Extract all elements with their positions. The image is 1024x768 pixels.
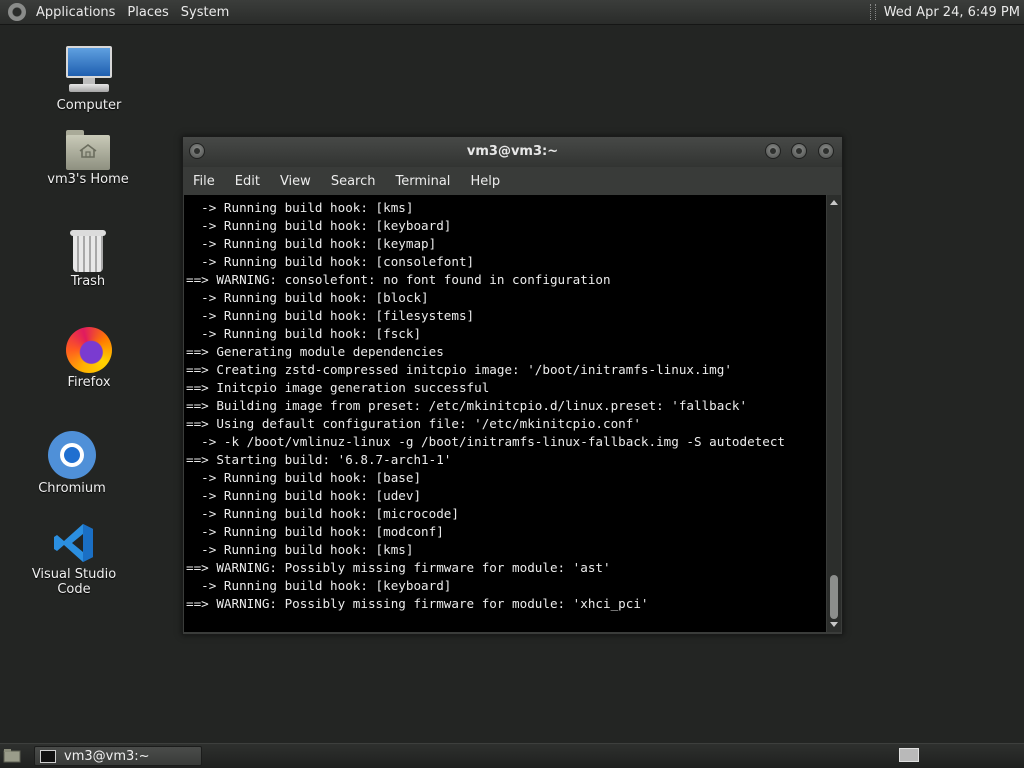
workspace-switcher[interactable]	[899, 748, 919, 762]
terminal-line: -> Running build hook: [modconf]	[186, 524, 444, 539]
terminal-icon	[40, 749, 56, 763]
terminal-line: -> -k /boot/vmlinuz-linux -g /boot/initr…	[186, 434, 785, 449]
minimize-button[interactable]	[765, 143, 781, 159]
terminal-line: -> Running build hook: [fsck]	[186, 326, 422, 341]
desktop-icon-vscode[interactable]: Visual Studio Code	[14, 521, 134, 597]
terminal-line: -> Running build hook: [consolefont]	[186, 254, 475, 269]
clock[interactable]: Wed Apr 24, 6:49 PM	[884, 5, 1024, 20]
applications-menu[interactable]: Applications	[30, 5, 121, 20]
terminal-line: ==> Starting build: '6.8.7-arch1-1'	[186, 452, 452, 467]
terminal-line: -> Running build hook: [udev]	[186, 488, 422, 503]
chromium-icon	[48, 431, 96, 479]
firefox-icon	[66, 327, 112, 373]
menu-help[interactable]: Help	[460, 174, 510, 189]
menu-terminal[interactable]: Terminal	[385, 174, 460, 189]
distro-logo-icon[interactable]	[8, 3, 26, 21]
menu-file[interactable]: File	[183, 174, 225, 189]
show-desktop-icon[interactable]	[3, 748, 21, 763]
terminal-line: ==> WARNING: Possibly missing firmware f…	[186, 596, 649, 611]
window-title: vm3@vm3:~	[466, 144, 559, 159]
terminal-line: -> Running build hook: [base]	[186, 470, 422, 485]
places-menu[interactable]: Places	[121, 5, 174, 20]
menu-view[interactable]: View	[270, 174, 321, 189]
menu-search[interactable]: Search	[321, 174, 386, 189]
terminal-line: -> Running build hook: [microcode]	[186, 506, 459, 521]
top-panel: Applications Places System Wed Apr 24, 6…	[0, 0, 1024, 25]
terminal-line: -> Running build hook: [filesystems]	[186, 308, 475, 323]
terminal-line: ==> WARNING: consolefont: no font found …	[186, 272, 611, 287]
desktop-icon-label: Visual Studio Code	[31, 567, 117, 597]
terminal-line: -> Running build hook: [block]	[186, 290, 429, 305]
scroll-up-arrow-icon[interactable]	[830, 200, 838, 205]
home-folder-icon	[66, 130, 110, 170]
terminal-window[interactable]: vm3@vm3:~ File Edit View Search Terminal…	[182, 136, 843, 635]
panel-handle	[869, 4, 876, 20]
scrollbar-thumb[interactable]	[830, 575, 838, 619]
close-button[interactable]	[818, 143, 834, 159]
trash-icon	[70, 230, 106, 272]
terminal-line: ==> WARNING: Possibly missing firmware f…	[186, 560, 611, 575]
taskbar-window-button[interactable]: vm3@vm3:~	[34, 746, 202, 766]
desktop-icon-label: Trash	[70, 274, 106, 289]
terminal-line: -> Running build hook: [kms]	[186, 200, 414, 215]
terminal-line: ==> Initcpio image generation successful	[186, 380, 490, 395]
terminal-line: -> Running build hook: [keymap]	[186, 236, 437, 251]
desktop-icon-firefox[interactable]: Firefox	[29, 327, 149, 390]
desktop-icon-trash[interactable]: Trash	[28, 230, 148, 289]
terminal-line: ==> Using default configuration file: '/…	[186, 416, 641, 431]
desktop-icon-home[interactable]: vm3's Home	[28, 130, 148, 187]
desktop-icon-label: vm3's Home	[47, 172, 129, 187]
terminal-line: -> Running build hook: [kms]	[186, 542, 414, 557]
desktop-icon-computer[interactable]: Computer	[29, 46, 149, 113]
computer-icon	[65, 46, 113, 96]
terminal-output[interactable]: -> Running build hook: [kms] -> Running …	[184, 195, 826, 632]
terminal-text: -> Running build hook: [kms] -> Running …	[186, 199, 785, 613]
terminal-line: ==> Building image from preset: /etc/mki…	[186, 398, 748, 413]
desktop-icon-chromium[interactable]: Chromium	[12, 431, 132, 496]
terminal-scrollbar[interactable]	[827, 195, 841, 632]
desktop-icon-label: Firefox	[67, 375, 111, 390]
vscode-icon	[52, 521, 96, 565]
desktop-icon-label: Chromium	[38, 481, 106, 496]
scroll-down-arrow-icon[interactable]	[830, 622, 838, 627]
terminal-line: ==> Generating module dependencies	[186, 344, 444, 359]
terminal-titlebar[interactable]: vm3@vm3:~	[183, 137, 842, 167]
desktop-icon-label: Computer	[56, 98, 122, 113]
bottom-panel: vm3@vm3:~	[0, 743, 1024, 768]
terminal-menubar: File Edit View Search Terminal Help	[183, 167, 842, 195]
maximize-button[interactable]	[791, 143, 807, 159]
terminal-line: -> Running build hook: [keyboard]	[186, 578, 452, 593]
terminal-line: -> Running build hook: [keyboard]	[186, 218, 452, 233]
taskbar-window-title: vm3@vm3:~	[64, 748, 150, 764]
system-menu[interactable]: System	[175, 5, 235, 20]
terminal-line: ==> Creating zstd-compressed initcpio im…	[186, 362, 732, 377]
menu-edit[interactable]: Edit	[225, 174, 270, 189]
